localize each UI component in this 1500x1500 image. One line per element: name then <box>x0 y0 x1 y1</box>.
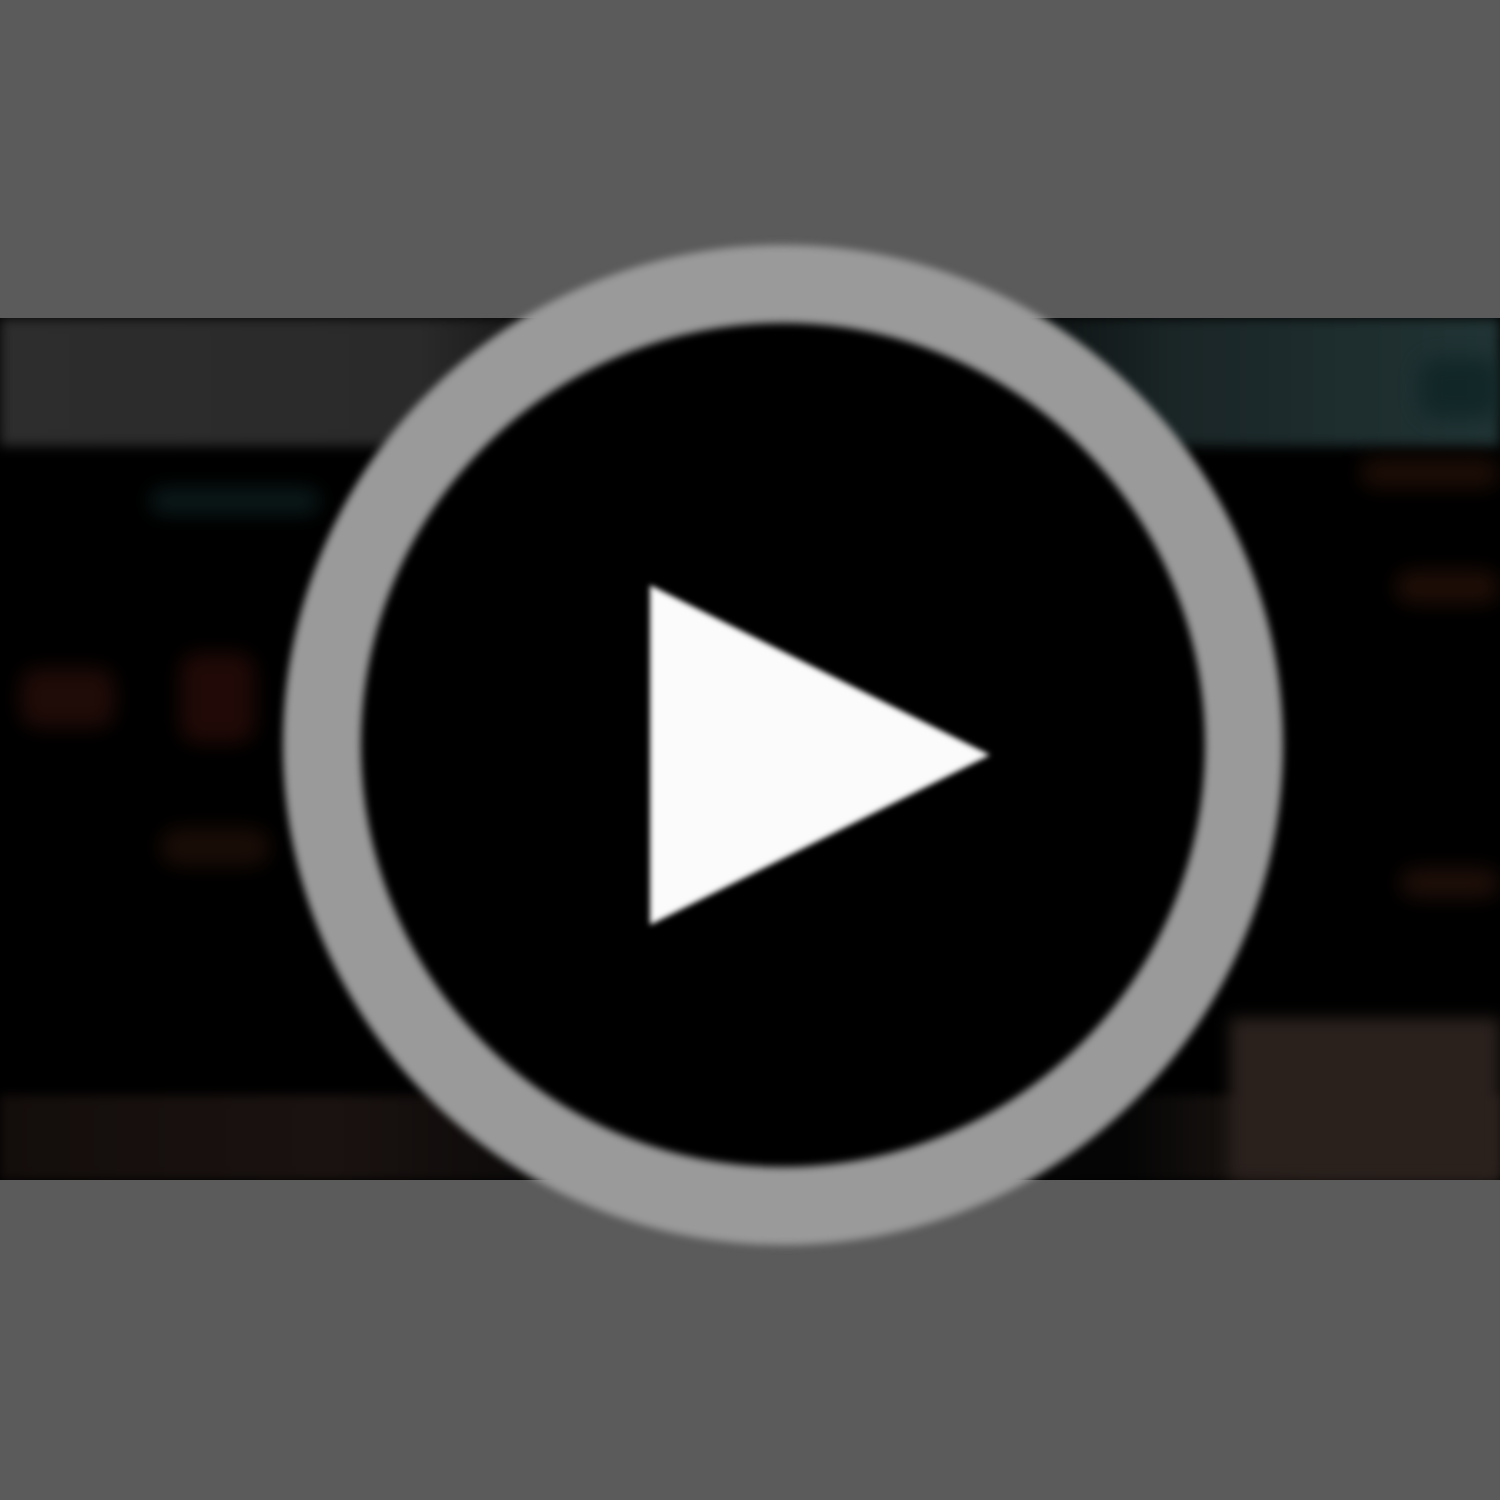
thumbnail-texture <box>1360 458 1500 488</box>
play-icon[interactable] <box>650 585 990 925</box>
thumbnail-texture <box>160 828 270 866</box>
thumbnail-texture <box>150 488 320 514</box>
thumbnail-texture <box>180 653 255 743</box>
thumbnail-texture <box>20 668 115 728</box>
thumbnail-right-block <box>1230 1018 1500 1180</box>
thumbnail-texture <box>1395 570 1500 604</box>
thumbnail-texture <box>1400 868 1500 898</box>
thumbnail-texture <box>1420 358 1500 418</box>
